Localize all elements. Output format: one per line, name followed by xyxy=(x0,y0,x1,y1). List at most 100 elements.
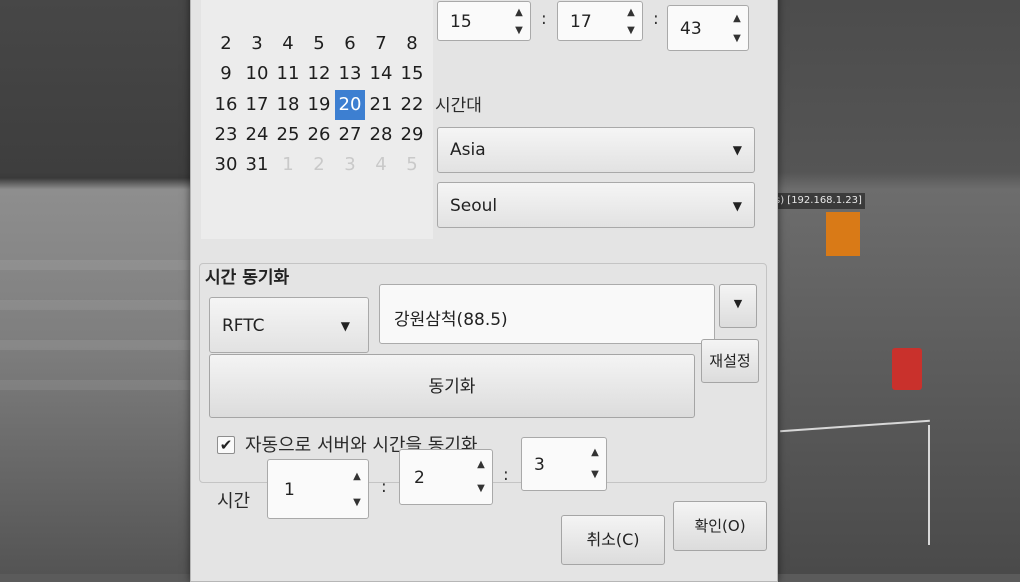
calendar-day[interactable]: 2 xyxy=(211,29,241,59)
camera-feed-right xyxy=(770,0,1020,574)
calendar-day[interactable]: 28 xyxy=(366,120,396,150)
interval-separator: : xyxy=(381,477,387,497)
reset-button-label: 재설정 xyxy=(709,352,751,370)
chevron-down-icon: ▼ xyxy=(732,199,742,213)
calendar-day[interactable]: 19 xyxy=(304,90,334,120)
auto-sync-checkbox[interactable]: ✔ xyxy=(217,436,235,454)
calendar-day[interactable]: 5 xyxy=(397,150,427,180)
calendar-day[interactable]: 21 xyxy=(366,90,396,120)
calendar-day[interactable]: 30 xyxy=(211,150,241,180)
calendar-day[interactable]: 1 xyxy=(397,0,427,9)
calendar-day[interactable]: 29 xyxy=(335,0,365,9)
minute-spinner[interactable]: 17 ▲ ▼ xyxy=(557,1,643,41)
calendar-day[interactable]: 3 xyxy=(335,150,365,180)
camera-feed-left xyxy=(0,0,200,574)
interval-hour-down-icon[interactable]: ▼ xyxy=(350,496,364,510)
station-dropdown-button[interactable]: ▼ xyxy=(719,284,757,328)
calendar-day[interactable]: 17 xyxy=(242,90,272,120)
interval-hour-up-icon[interactable]: ▲ xyxy=(350,470,364,484)
calendar-day[interactable]: 27 xyxy=(335,120,365,150)
calendar-day[interactable]: 11 xyxy=(273,59,303,89)
calendar-day[interactable]: 6 xyxy=(335,29,365,59)
interval-minute-value: 2 xyxy=(414,468,425,488)
calendar-day[interactable]: 1 xyxy=(273,150,303,180)
camera-object xyxy=(826,212,860,256)
timezone-city-select[interactable]: Seoul ▼ xyxy=(437,182,755,228)
timezone-region-value: Asia xyxy=(450,140,486,160)
hour-down-icon[interactable]: ▼ xyxy=(512,24,526,38)
chevron-down-icon: ▼ xyxy=(733,297,743,310)
calendar-day[interactable]: 26 xyxy=(242,0,272,9)
calendar-day[interactable]: 5 xyxy=(304,29,334,59)
check-icon: ✔ xyxy=(219,436,233,454)
calendar-day[interactable]: 26 xyxy=(304,120,334,150)
calendar-day[interactable]: 14 xyxy=(366,59,396,89)
calendar-day[interactable]: 13 xyxy=(335,59,365,89)
interval-minute-down-icon[interactable]: ▼ xyxy=(474,482,488,496)
second-spinner[interactable]: 43 ▲ ▼ xyxy=(667,5,749,51)
ok-button-label: 확인(O) xyxy=(694,517,746,535)
calendar-day[interactable]: 3 xyxy=(242,29,272,59)
calendar-day[interactable]: 15 xyxy=(397,59,427,89)
chevron-down-icon: ▼ xyxy=(732,143,742,157)
camera-railing xyxy=(928,425,930,545)
interval-minute-spinner[interactable]: 2 ▲ ▼ xyxy=(399,449,493,505)
hour-spinner[interactable]: 15 ▲ ▼ xyxy=(437,1,531,41)
second-down-icon[interactable]: ▼ xyxy=(730,32,744,46)
calendar-day[interactable]: 7 xyxy=(366,29,396,59)
calendar-day[interactable]: 2 xyxy=(304,150,334,180)
calendar-day[interactable]: 9 xyxy=(211,59,241,89)
sync-button[interactable]: 동기화 xyxy=(209,354,695,418)
calendar-day[interactable]: 30 xyxy=(366,0,396,9)
camera-ip-label: s) [192.168.1.23] xyxy=(772,193,865,209)
sync-button-label: 동기화 xyxy=(428,377,476,397)
calendar-day[interactable]: 23 xyxy=(211,120,241,150)
calendar-day[interactable]: 24 xyxy=(242,120,272,150)
sync-source-select[interactable]: RFTC ▼ xyxy=(209,297,369,353)
minute-down-icon[interactable]: ▼ xyxy=(624,24,638,38)
sync-station-input[interactable]: 강원삼척(88.5) xyxy=(379,284,715,344)
interval-second-spinner[interactable]: 3 ▲ ▼ xyxy=(521,437,607,491)
interval-second-up-icon[interactable]: ▲ xyxy=(588,446,602,460)
calendar-day[interactable]: 27 xyxy=(273,0,303,9)
minute-value: 17 xyxy=(570,12,592,32)
interval-second-down-icon[interactable]: ▼ xyxy=(588,468,602,482)
calendar-day[interactable]: 4 xyxy=(366,150,396,180)
calendar-day[interactable]: 31 xyxy=(242,150,272,180)
timezone-region-select[interactable]: Asia ▼ xyxy=(437,127,755,173)
second-value: 43 xyxy=(680,19,702,39)
calendar-day[interactable]: 10 xyxy=(242,59,272,89)
calendar-day[interactable]: 28 xyxy=(304,0,334,9)
timezone-label: 시간대 xyxy=(435,96,482,116)
calendar-day[interactable]: 16 xyxy=(211,90,241,120)
interval-separator: : xyxy=(503,465,509,485)
chevron-down-icon: ▼ xyxy=(340,319,350,333)
interval-hour-spinner[interactable]: 1 ▲ ▼ xyxy=(267,459,369,519)
calendar-day-selected[interactable]: 20 xyxy=(335,90,365,120)
time-separator: : xyxy=(653,9,659,29)
sync-source-value: RFTC xyxy=(222,316,265,336)
interval-minute-up-icon[interactable]: ▲ xyxy=(474,458,488,472)
interval-hour-value: 1 xyxy=(284,480,295,500)
calendar-day[interactable]: 22 xyxy=(397,90,427,120)
camera-object xyxy=(892,348,922,390)
sync-station-value: 강원삼척(88.5) xyxy=(394,310,508,330)
calendar-grid: 2627282930123456789101112131415161718192… xyxy=(201,0,433,239)
interval-label: 시간 xyxy=(217,491,251,512)
hour-up-icon[interactable]: ▲ xyxy=(512,6,526,20)
calendar-day[interactable]: 8 xyxy=(397,29,427,59)
minute-up-icon[interactable]: ▲ xyxy=(624,6,638,20)
timezone-city-value: Seoul xyxy=(450,196,498,216)
cancel-button[interactable]: 취소(C) xyxy=(561,515,665,565)
reset-button[interactable]: 재설정 xyxy=(701,339,759,383)
calendar-day[interactable]: 29 xyxy=(397,120,427,150)
calendar-day[interactable]: 18 xyxy=(273,90,303,120)
calendar-day[interactable]: 25 xyxy=(273,120,303,150)
interval-second-value: 3 xyxy=(534,455,545,475)
time-settings-dialog: 2627282930123456789101112131415161718192… xyxy=(190,0,778,582)
calendar-day[interactable]: 12 xyxy=(304,59,334,89)
ok-button[interactable]: 확인(O) xyxy=(673,501,767,551)
calendar-day[interactable]: 4 xyxy=(273,29,303,59)
cancel-button-label: 취소(C) xyxy=(586,530,640,549)
second-up-icon[interactable]: ▲ xyxy=(730,12,744,26)
